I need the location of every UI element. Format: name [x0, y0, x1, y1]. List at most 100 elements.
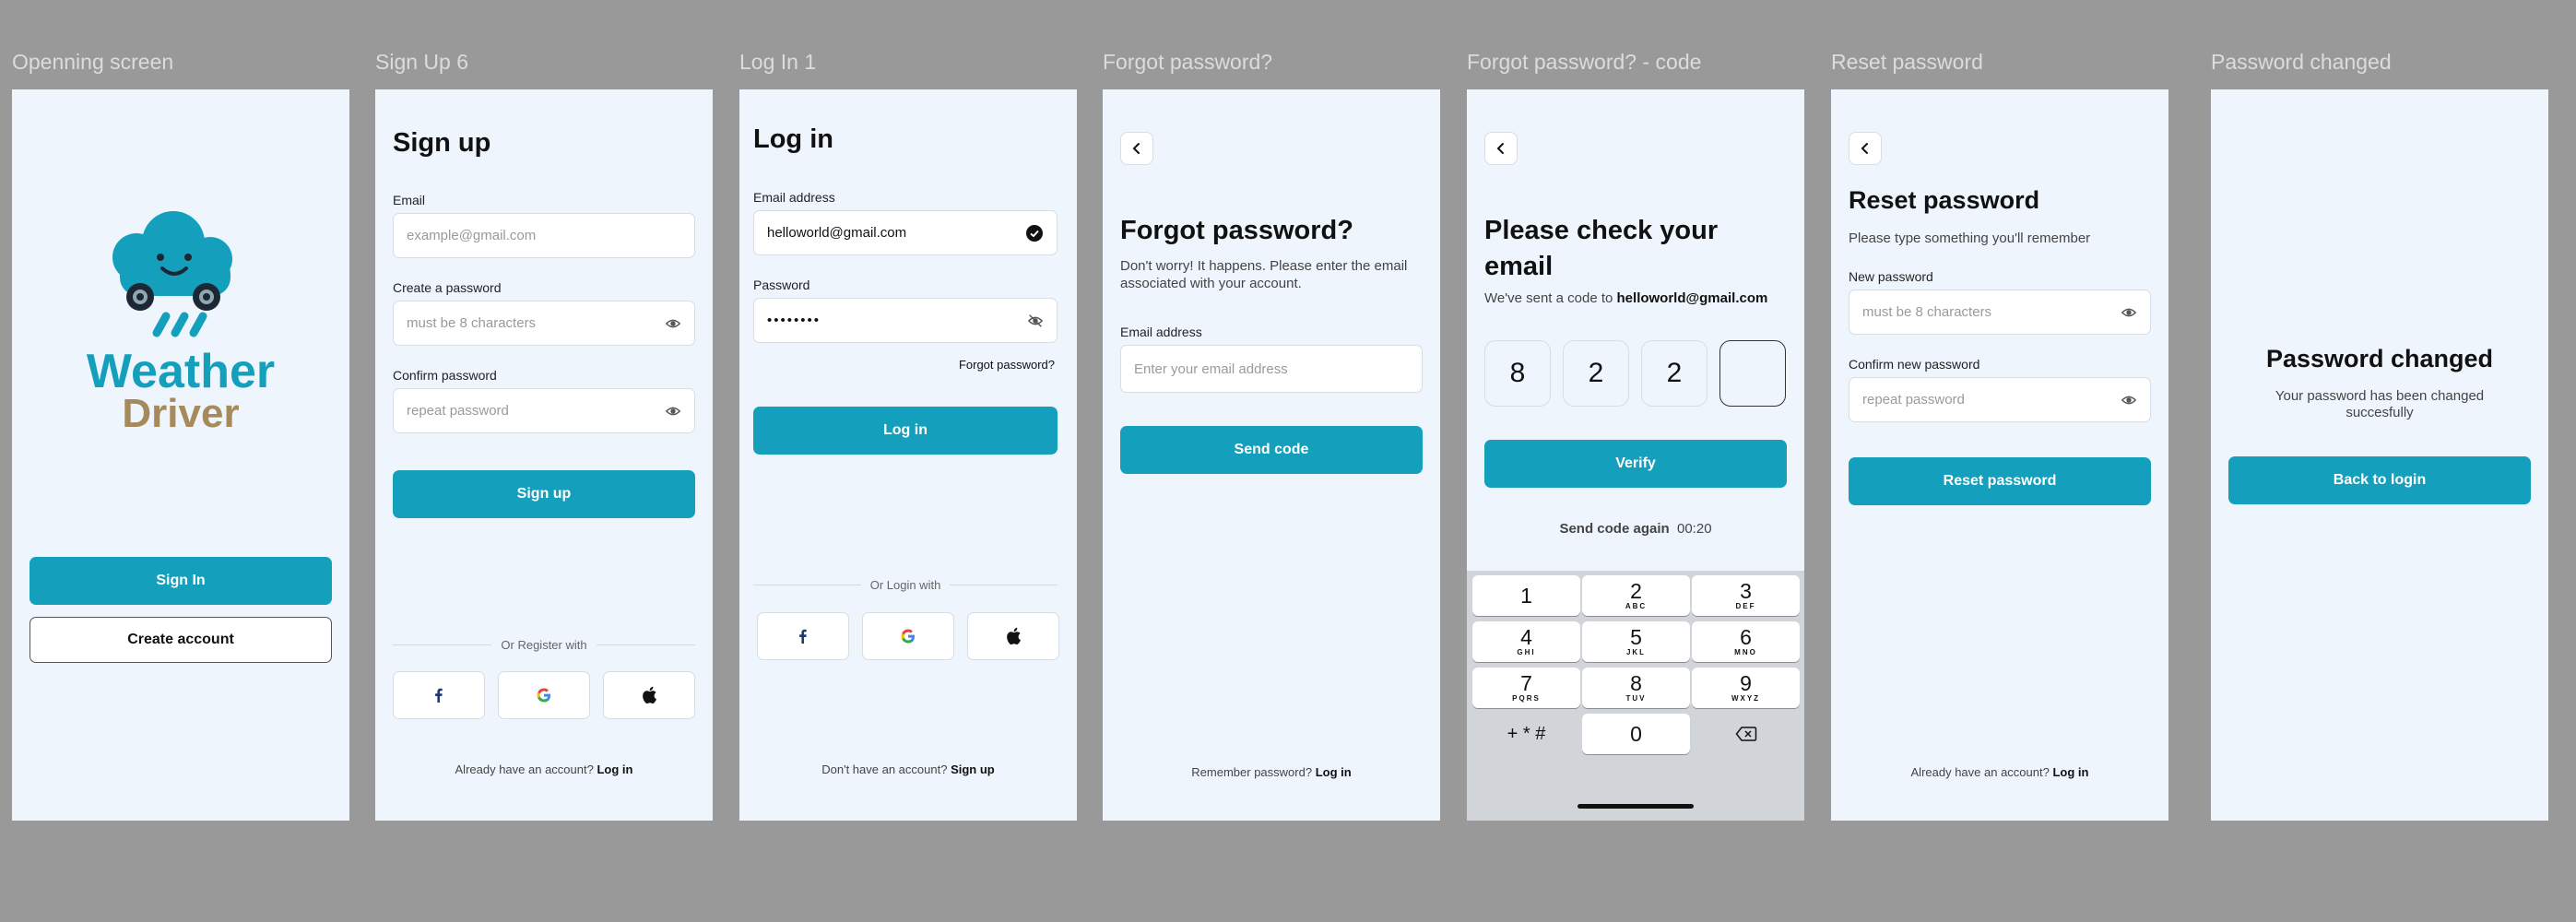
frame-title-forgot: Forgot password? [1103, 50, 1273, 74]
key-letters: MNO [1734, 648, 1757, 656]
key-symbols[interactable]: + * # [1472, 714, 1580, 754]
email-field[interactable]: example@gmail.com [393, 213, 695, 258]
new-password-field[interactable]: must be 8 characters [1849, 290, 2151, 335]
key-digit: 4 [1520, 625, 1532, 649]
email-label: Email [393, 193, 426, 207]
reset-password-button[interactable]: Reset password [1849, 457, 2151, 505]
numeric-keypad: 1 2 ABC 3 DEF 4 GHI 5 JKL 6 MNO 7 PQRS 8 TUV 9W… [1467, 571, 1804, 821]
sign-in-button[interactable]: Sign In [30, 557, 332, 605]
screen-forgot-password: Forgot password? Don't worry! It happens… [1103, 89, 1440, 821]
facebook-button[interactable] [393, 671, 485, 719]
verify-button[interactable]: Verify [1484, 440, 1787, 488]
back-to-login-button[interactable]: Back to login [2228, 456, 2531, 504]
key-digit: 6 [1740, 625, 1752, 649]
key-letters: DEF [1735, 602, 1756, 610]
resend-row: Send code again 00:20 [1467, 521, 1804, 537]
brand-name-line1: Weather [86, 345, 276, 398]
home-indicator [1578, 804, 1694, 809]
key-1[interactable]: 1 [1472, 575, 1580, 616]
code-digit-1[interactable]: 8 [1484, 340, 1551, 407]
key-6[interactable]: 6 MNO [1692, 621, 1800, 662]
page-title: Sign up [393, 128, 491, 158]
key-letters: ABC [1625, 602, 1648, 610]
back-button[interactable] [1120, 132, 1153, 165]
screen-reset-password: Reset password Please type something you… [1831, 89, 2168, 821]
sent-email: helloworld@gmail.com [1616, 290, 1768, 306]
key-4[interactable]: 4 GHI [1472, 621, 1580, 662]
confirm-password-field[interactable]: repeat password [393, 388, 695, 433]
code-digit-3[interactable]: 2 [1641, 340, 1707, 407]
page-title: Forgot password? [1120, 216, 1353, 245]
apple-button[interactable] [603, 671, 695, 719]
email-label: Email address [753, 190, 835, 205]
weather-driver-logo [112, 211, 232, 337]
key-3[interactable]: 3 DEF [1692, 575, 1800, 616]
confirm-password-field[interactable]: repeat password [1849, 377, 2151, 422]
frame-title-login: Log In 1 [739, 50, 817, 74]
facebook-button[interactable] [757, 612, 849, 660]
email-field[interactable]: helloworld@gmail.com [753, 210, 1058, 255]
key-5[interactable]: 5 JKL [1582, 621, 1690, 662]
key-0[interactable]: 0 [1582, 714, 1690, 754]
frame-title-changed: Password changed [2211, 50, 2392, 74]
code-digit-4[interactable] [1719, 340, 1786, 407]
key-9[interactable]: 9 WXYZ [1692, 668, 1800, 708]
forgot-password-link[interactable]: Forgot password? [953, 358, 1055, 372]
key-letters: PQRS [1512, 694, 1541, 703]
password-field[interactable]: •••••••• [753, 298, 1058, 343]
chevron-left-icon [1496, 143, 1504, 154]
footer-text: Don't have an account? [821, 762, 948, 776]
key-letters: GHI [1517, 648, 1536, 656]
new-password-placeholder: must be 8 characters [1862, 304, 1992, 320]
key-7[interactable]: 7 PQRS [1472, 668, 1580, 708]
remember-prompt: Remember password? Log in [1103, 765, 1440, 779]
password-value: •••••••• [767, 313, 821, 328]
footer-text: Already have an account? [455, 762, 594, 776]
key-backspace[interactable] [1692, 714, 1800, 754]
key-letters: JKL [1625, 648, 1647, 656]
email-field[interactable]: Enter your email address [1120, 345, 1423, 393]
footer-text: Remember password? [1191, 765, 1313, 779]
new-password-label: New password [1849, 269, 1933, 284]
log-in-button[interactable]: Log in [753, 407, 1058, 455]
eye-off-icon[interactable] [1027, 313, 1044, 329]
divider-label: Or Login with [869, 577, 941, 592]
frame-title-signup: Sign Up 6 [375, 50, 469, 74]
send-code-button[interactable]: Send code [1120, 426, 1423, 474]
login-link[interactable]: Log in [2052, 765, 2088, 779]
eye-icon[interactable] [2121, 304, 2137, 321]
apple-button[interactable] [967, 612, 1059, 660]
google-icon [901, 629, 915, 644]
login-link[interactable]: Log in [1316, 765, 1352, 779]
back-button[interactable] [1849, 132, 1882, 165]
page-title: Password changed [2265, 345, 2494, 372]
email-value: helloworld@gmail.com [767, 225, 907, 241]
sent-text: We've sent a code to [1484, 290, 1613, 306]
google-button[interactable] [498, 671, 590, 719]
page-title: Reset password [1849, 186, 2040, 214]
page-title: Log in [753, 124, 833, 154]
eye-icon[interactable] [665, 403, 681, 420]
password-field[interactable]: must be 8 characters [393, 301, 695, 346]
email-label: Email address [1120, 325, 1202, 339]
apple-icon [643, 686, 656, 703]
back-button[interactable] [1484, 132, 1518, 165]
sign-up-button[interactable]: Sign up [393, 470, 695, 518]
eye-icon[interactable] [2121, 392, 2137, 408]
login-link[interactable]: Log in [597, 762, 632, 776]
frame-title-code: Forgot password? - code [1467, 50, 1702, 74]
create-account-button[interactable]: Create account [30, 617, 332, 663]
key-8[interactable]: 8 TUV [1582, 668, 1690, 708]
eye-icon[interactable] [665, 315, 681, 332]
key-digit: 9 [1740, 671, 1752, 695]
check-circle-icon [1026, 224, 1043, 242]
backspace-icon [1735, 727, 1756, 741]
divider-label: Or Register with [501, 637, 587, 652]
signup-link[interactable]: Sign up [951, 762, 995, 776]
resend-code-link[interactable]: Send code again [1559, 521, 1669, 537]
confirm-password-label: Confirm password [393, 368, 497, 383]
google-button[interactable] [862, 612, 954, 660]
code-digit-2[interactable]: 2 [1563, 340, 1629, 407]
login-prompt: Already have an account? Log in [1831, 765, 2168, 779]
key-2[interactable]: 2 ABC [1582, 575, 1690, 616]
